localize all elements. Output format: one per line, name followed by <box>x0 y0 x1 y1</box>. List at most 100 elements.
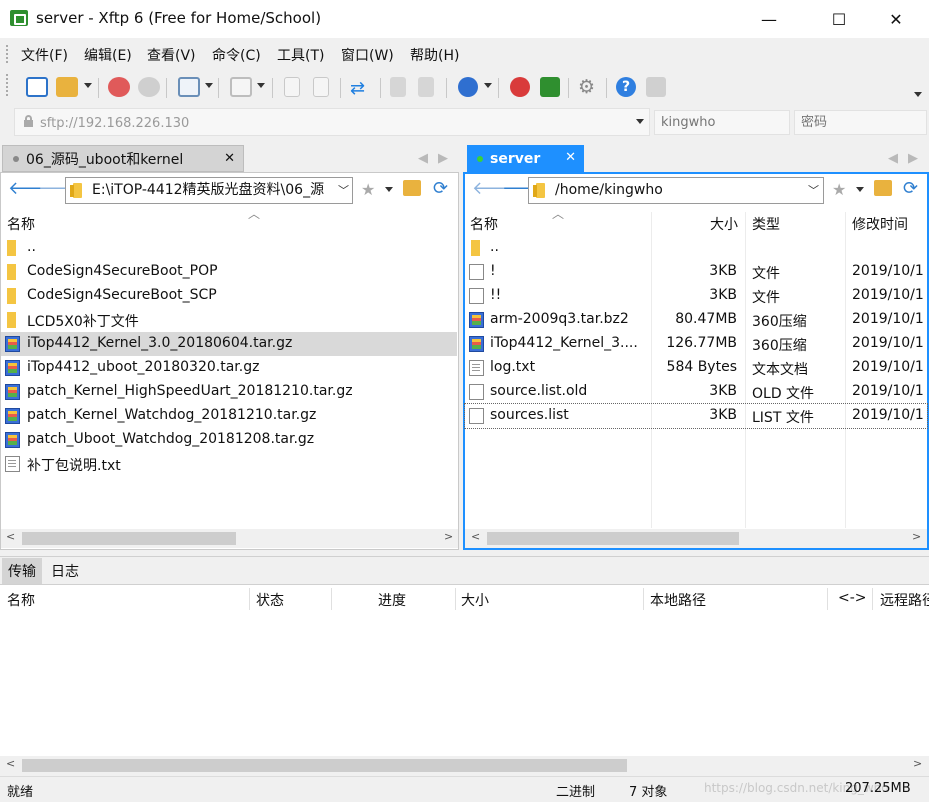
local-file-row[interactable]: patch_Uboot_Watchdog_20181208.tar.gz <box>1 428 457 452</box>
remote-file-row[interactable]: iTop4412_Kernel_3.... 126.77MB 360压缩 2019/1… <box>465 332 927 356</box>
local-file-row[interactable]: patch_Kernel_Watchdog_20181210.tar.gz <box>1 404 457 428</box>
scroll-right-icon[interactable]: > <box>912 530 921 543</box>
local-file-row[interactable]: CodeSign4SecureBoot_SCP <box>1 284 457 308</box>
local-file-row[interactable]: CodeSign4SecureBoot_POP <box>1 260 457 284</box>
local-file-row[interactable]: LCD5X0补丁文件 <box>1 308 457 332</box>
properties-dropdown-icon[interactable] <box>205 83 213 88</box>
xftp-icon[interactable] <box>540 77 560 97</box>
sync-arrows-icon[interactable]: ⇄ <box>350 78 365 99</box>
maximize-button[interactable]: ☐ <box>816 0 862 38</box>
xshell-icon[interactable] <box>510 77 530 97</box>
local-file-row[interactable]: .. <box>1 236 457 260</box>
globe-dropdown-icon[interactable] <box>484 83 492 88</box>
path-dropdown-icon[interactable]: ﹀ <box>808 182 819 198</box>
local-file-row[interactable]: patch_Kernel_HighSpeedUart_20181210.tar.… <box>1 380 457 404</box>
transfer-col-name[interactable]: 名称 <box>7 590 35 610</box>
remote-file-row[interactable]: sources.list 3KB LIST 文件 2019/10/1 <box>464 403 928 429</box>
bookmark-dropdown-icon[interactable] <box>385 187 393 192</box>
remote-file-row[interactable]: log.txt 584 Bytes 文本文档 2019/10/1 <box>465 356 927 380</box>
local-file-row[interactable]: iTop4412_Kernel_3.0_20180604.tar.gz <box>1 332 457 356</box>
local-file-row[interactable]: 补丁包说明.txt <box>1 452 457 476</box>
menu-view[interactable]: 查看(V) <box>147 45 196 65</box>
close-icon[interactable]: ✕ <box>224 151 235 166</box>
remote-col-modified[interactable]: 修改时间 <box>852 214 908 236</box>
remote-col-type[interactable]: 类型 <box>752 214 780 236</box>
remote-file-row[interactable]: .. <box>465 236 927 260</box>
gear-icon[interactable]: ⚙ <box>578 76 595 98</box>
remote-col-name[interactable]: 名称 <box>470 214 498 236</box>
menu-file[interactable]: 文件(F) <box>21 45 68 65</box>
remote-hscroll-thumb[interactable] <box>487 532 739 545</box>
play-dropdown-icon[interactable] <box>257 83 265 88</box>
local-path-input[interactable]: E:\iTOP-4412精英版光盘资料\06_源 <box>65 177 353 204</box>
remote-col-size[interactable]: 大小 <box>710 214 738 236</box>
open-folder-icon[interactable] <box>56 77 78 97</box>
scroll-left-icon[interactable]: < <box>6 530 15 543</box>
local-file-row[interactable]: iTop4412_uboot_20180320.tar.gz <box>1 356 457 380</box>
menu-help[interactable]: 帮助(H) <box>410 45 459 65</box>
new-session-icon[interactable] <box>26 77 48 97</box>
local-col-name[interactable]: 名称 <box>7 214 35 236</box>
properties-icon[interactable] <box>178 77 200 97</box>
star-icon[interactable]: ★ <box>361 180 375 199</box>
open-dropdown-icon[interactable] <box>84 83 92 88</box>
scroll-left-icon[interactable]: < <box>6 757 15 770</box>
transfer-col-local-path[interactable]: 本地路径 <box>650 590 706 610</box>
tab-scroll-right-icon[interactable]: ▶ <box>438 151 448 166</box>
tab-scroll-left-icon[interactable]: ◀ <box>888 151 898 166</box>
copy-icon[interactable] <box>390 77 406 97</box>
password-input[interactable] <box>794 110 927 135</box>
tab-local[interactable]: 06_源码_uboot和kernel ✕ <box>2 145 244 172</box>
scroll-right-icon[interactable]: > <box>913 757 922 770</box>
play-icon[interactable] <box>230 77 252 97</box>
remote-file-row[interactable]: source.list.old 3KB OLD 文件 2019/10/1 <box>465 380 927 404</box>
close-icon[interactable]: ✕ <box>565 150 576 165</box>
star-icon[interactable]: ★ <box>832 180 846 199</box>
upload-icon[interactable] <box>284 77 300 97</box>
menu-tools[interactable]: 工具(T) <box>277 45 324 65</box>
remote-file-row[interactable]: ! 3KB 文件 2019/10/1 <box>465 260 927 284</box>
path-dropdown-icon[interactable]: ﹀ <box>338 182 349 198</box>
scroll-right-icon[interactable]: > <box>444 530 453 543</box>
transfer-hscroll-thumb[interactable] <box>22 759 627 772</box>
splitter[interactable] <box>0 556 929 557</box>
tab-log[interactable]: 日志 <box>45 558 85 584</box>
remote-path-input[interactable]: /home/kingwho <box>528 177 824 204</box>
address-dropdown-icon[interactable] <box>636 119 644 124</box>
menu-window[interactable]: 窗口(W) <box>341 45 394 65</box>
refresh-icon[interactable]: ⟳ <box>433 178 448 199</box>
toolbar-overflow-icon[interactable] <box>914 92 922 97</box>
tab-transfer[interactable]: 传输 <box>2 558 42 584</box>
home-icon[interactable] <box>403 180 421 196</box>
transfer-col-size[interactable]: 大小 <box>461 590 489 610</box>
menu-edit[interactable]: 编辑(E) <box>84 45 132 65</box>
download-icon[interactable] <box>313 77 329 97</box>
tab-scroll-right-icon[interactable]: ▶ <box>908 151 918 166</box>
bookmark-dropdown-icon[interactable] <box>856 187 864 192</box>
scroll-left-icon[interactable]: < <box>471 530 480 543</box>
remote-file-row[interactable]: arm-2009q3.tar.bz2 80.47MB 360压缩 2019/10/1 <box>465 308 927 332</box>
tab-scroll-left-icon[interactable]: ◀ <box>418 151 428 166</box>
refresh-icon[interactable]: ⟳ <box>903 178 918 199</box>
paste-icon[interactable] <box>418 77 434 97</box>
globe-icon[interactable] <box>458 77 478 97</box>
disconnect-icon[interactable] <box>138 77 160 97</box>
local-file-list: .. CodeSign4SecureBoot_POP CodeSign4Secure… <box>1 236 457 476</box>
minimize-button[interactable]: — <box>746 0 792 38</box>
chat-icon[interactable] <box>646 77 666 97</box>
help-icon[interactable]: ? <box>616 77 636 97</box>
transfer-col-remote-path[interactable]: 远程路径 <box>880 590 929 610</box>
home-icon[interactable] <box>874 180 892 196</box>
connect-icon[interactable] <box>108 77 130 97</box>
transfer-col-status[interactable]: 状态 <box>256 590 284 610</box>
transfer-col-direction[interactable]: <-> <box>838 590 867 606</box>
xftp-app-icon[interactable] <box>10 10 28 26</box>
menu-command[interactable]: 命令(C) <box>212 45 261 65</box>
username-input[interactable] <box>654 110 790 135</box>
local-hscroll-thumb[interactable] <box>22 532 236 545</box>
transfer-col-progress[interactable]: 进度 <box>378 590 406 610</box>
tab-server[interactable]: server ✕ <box>467 145 584 172</box>
close-button[interactable]: ✕ <box>873 0 919 38</box>
remote-file-row[interactable]: !! 3KB 文件 2019/10/1 <box>465 284 927 308</box>
address-input[interactable] <box>40 113 620 133</box>
